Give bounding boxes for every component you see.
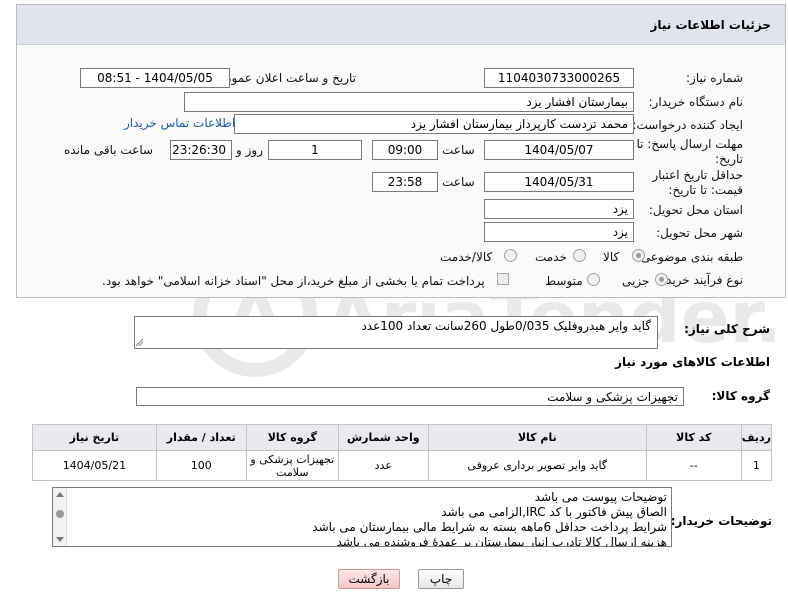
scroll-thumb[interactable] [56, 510, 64, 518]
treasury-checkbox[interactable] [497, 273, 509, 285]
col-header-row-num: ردیف [740, 424, 773, 451]
announce-datetime-field: 1404/05/05 - 08:51 [80, 68, 230, 88]
cell-quantity: 100 [155, 450, 247, 481]
category-option-goods-service: کالا/خدمت [440, 250, 493, 264]
province-label: استان محل تحویل: [648, 203, 743, 217]
buyer-org-label: نام دستگاه خریدار: [648, 95, 744, 109]
remaining-time-field: 23:26:30 [170, 140, 232, 160]
buyer-notes-field[interactable]: توضیحات پیوست می باشد الصاق پیش فاکتور ب… [52, 487, 672, 547]
goods-table: ردیف کد کالا نام کالا واحد شمارش گروه کا… [32, 424, 773, 481]
panel-header: جزئیات اطلاعات نیاز [17, 5, 785, 45]
process-option-minor: جزیی [622, 274, 650, 288]
cell-name: گاید وایر تصویر برداری عروقی [427, 450, 647, 481]
cell-code: -- [645, 450, 742, 481]
notes-line: الصاق پیش فاکتور با کد IRC,الزامی می باش… [441, 505, 667, 519]
panel-title: جزئیات اطلاعات نیاز [650, 18, 771, 32]
scroll-up-icon[interactable] [56, 492, 64, 497]
days-field: 1 [268, 140, 362, 160]
treasury-note: پرداخت تمام یا بخشی از مبلغ خرید،از محل … [102, 274, 485, 288]
price-validity-label: حداقل تاریخ اعتبار قیمت: تا تاریخ: [652, 168, 743, 197]
col-header-unit: واحد شمارش [337, 424, 429, 451]
goods-info-title: اطلاعات کالاهای مورد نیاز [615, 355, 770, 369]
buyer-org-field: بیمارستان افشار یزد [184, 92, 634, 112]
notes-line: شرایط پرداخت حداقل 6ماهه بسته به شرایط م… [312, 520, 667, 534]
creator-field: محمد تردست کارپرداز بیمارستان افشار یزد [234, 114, 634, 134]
process-label: نوع فرآیند خرید : [658, 273, 743, 287]
notes-line: هزینه ارسال کالا تادرب انبار بیمارستان ب… [336, 535, 667, 547]
days-label: روز و [236, 143, 263, 157]
need-number-field: 1104030733000265 [484, 68, 634, 88]
table-header-row: ردیف کد کالا نام کالا واحد شمارش گروه کا… [32, 424, 773, 451]
category-radio-goods-service[interactable] [504, 249, 517, 262]
category-label: طبقه بندی موضوعی: [636, 250, 743, 264]
process-radio-medium[interactable] [587, 273, 600, 286]
category-option-service: خدمت [535, 250, 567, 264]
resize-grip-icon[interactable] [136, 339, 144, 347]
deadline-label: مهلت ارسال پاسخ: تا تاریخ: [636, 137, 743, 166]
col-header-quantity: تعداد / مقدار [155, 424, 247, 451]
price-validity-date-field: 1404/05/31 [484, 172, 634, 192]
print-button[interactable]: چاپ [418, 569, 464, 589]
buyer-notes-text: توضیحات پیوست می باشد الصاق پیش فاکتور ب… [69, 490, 667, 547]
city-label: شهر محل تحویل: [656, 226, 743, 240]
deadline-date-field: 1404/05/07 [484, 140, 634, 160]
cell-row-num: 1 [740, 450, 773, 481]
cell-date: 1404/05/21 [32, 450, 157, 481]
goods-group-label: گروه کالا: [711, 389, 770, 403]
general-desc-label: شرح کلی نیاز: [684, 322, 770, 336]
general-desc-field[interactable]: گاید وایر هیدروفلیک 0/035طول 260سانت تعد… [134, 316, 658, 349]
col-header-date: تاریخ نیاز [32, 424, 157, 451]
price-validity-time-field: 23:58 [372, 172, 438, 192]
city-field: یزد [484, 222, 634, 242]
announce-label: تاریخ و ساعت اعلان عمومی: [211, 71, 356, 85]
scroll-down-icon[interactable] [56, 537, 64, 542]
province-field: یزد [484, 199, 634, 219]
deadline-time-field: 09:00 [372, 140, 438, 160]
general-desc-text: گاید وایر هیدروفلیک 0/035طول 260سانت تعد… [361, 319, 651, 333]
category-option-goods: کالا [603, 250, 620, 264]
process-radio-minor[interactable] [655, 273, 668, 286]
price-validity-time-label: ساعت [442, 175, 475, 189]
buyer-contact-link[interactable]: اطلاعات تماس خریدار [124, 116, 235, 130]
back-button[interactable]: بازگشت [338, 569, 400, 589]
notes-scrollbar[interactable] [53, 488, 67, 546]
table-row[interactable]: 1 -- گاید وایر تصویر برداری عروقی عدد تج… [32, 450, 773, 481]
remaining-label: ساعت باقی مانده [64, 143, 154, 157]
col-header-code: کد کالا [645, 424, 742, 451]
deadline-time-label: ساعت [442, 143, 475, 157]
col-header-group: گروه کالا [245, 424, 339, 451]
cell-unit: عدد [337, 450, 429, 481]
category-radio-goods[interactable] [632, 249, 645, 262]
goods-group-field: تجهیزات پزشکی و سلامت [136, 387, 684, 406]
category-radio-service[interactable] [573, 249, 586, 262]
process-option-medium: متوسط [545, 274, 583, 288]
creator-label: ایجاد کننده درخواست: [632, 118, 743, 132]
col-header-name: نام کالا [427, 424, 647, 451]
buyer-notes-label: توضیحات خریدار: [670, 514, 772, 528]
cell-group: تجهیزات پزشکی و سلامت [245, 450, 339, 481]
notes-line: توضیحات پیوست می باشد [534, 490, 667, 504]
need-number-label: شماره نیاز: [686, 71, 743, 85]
